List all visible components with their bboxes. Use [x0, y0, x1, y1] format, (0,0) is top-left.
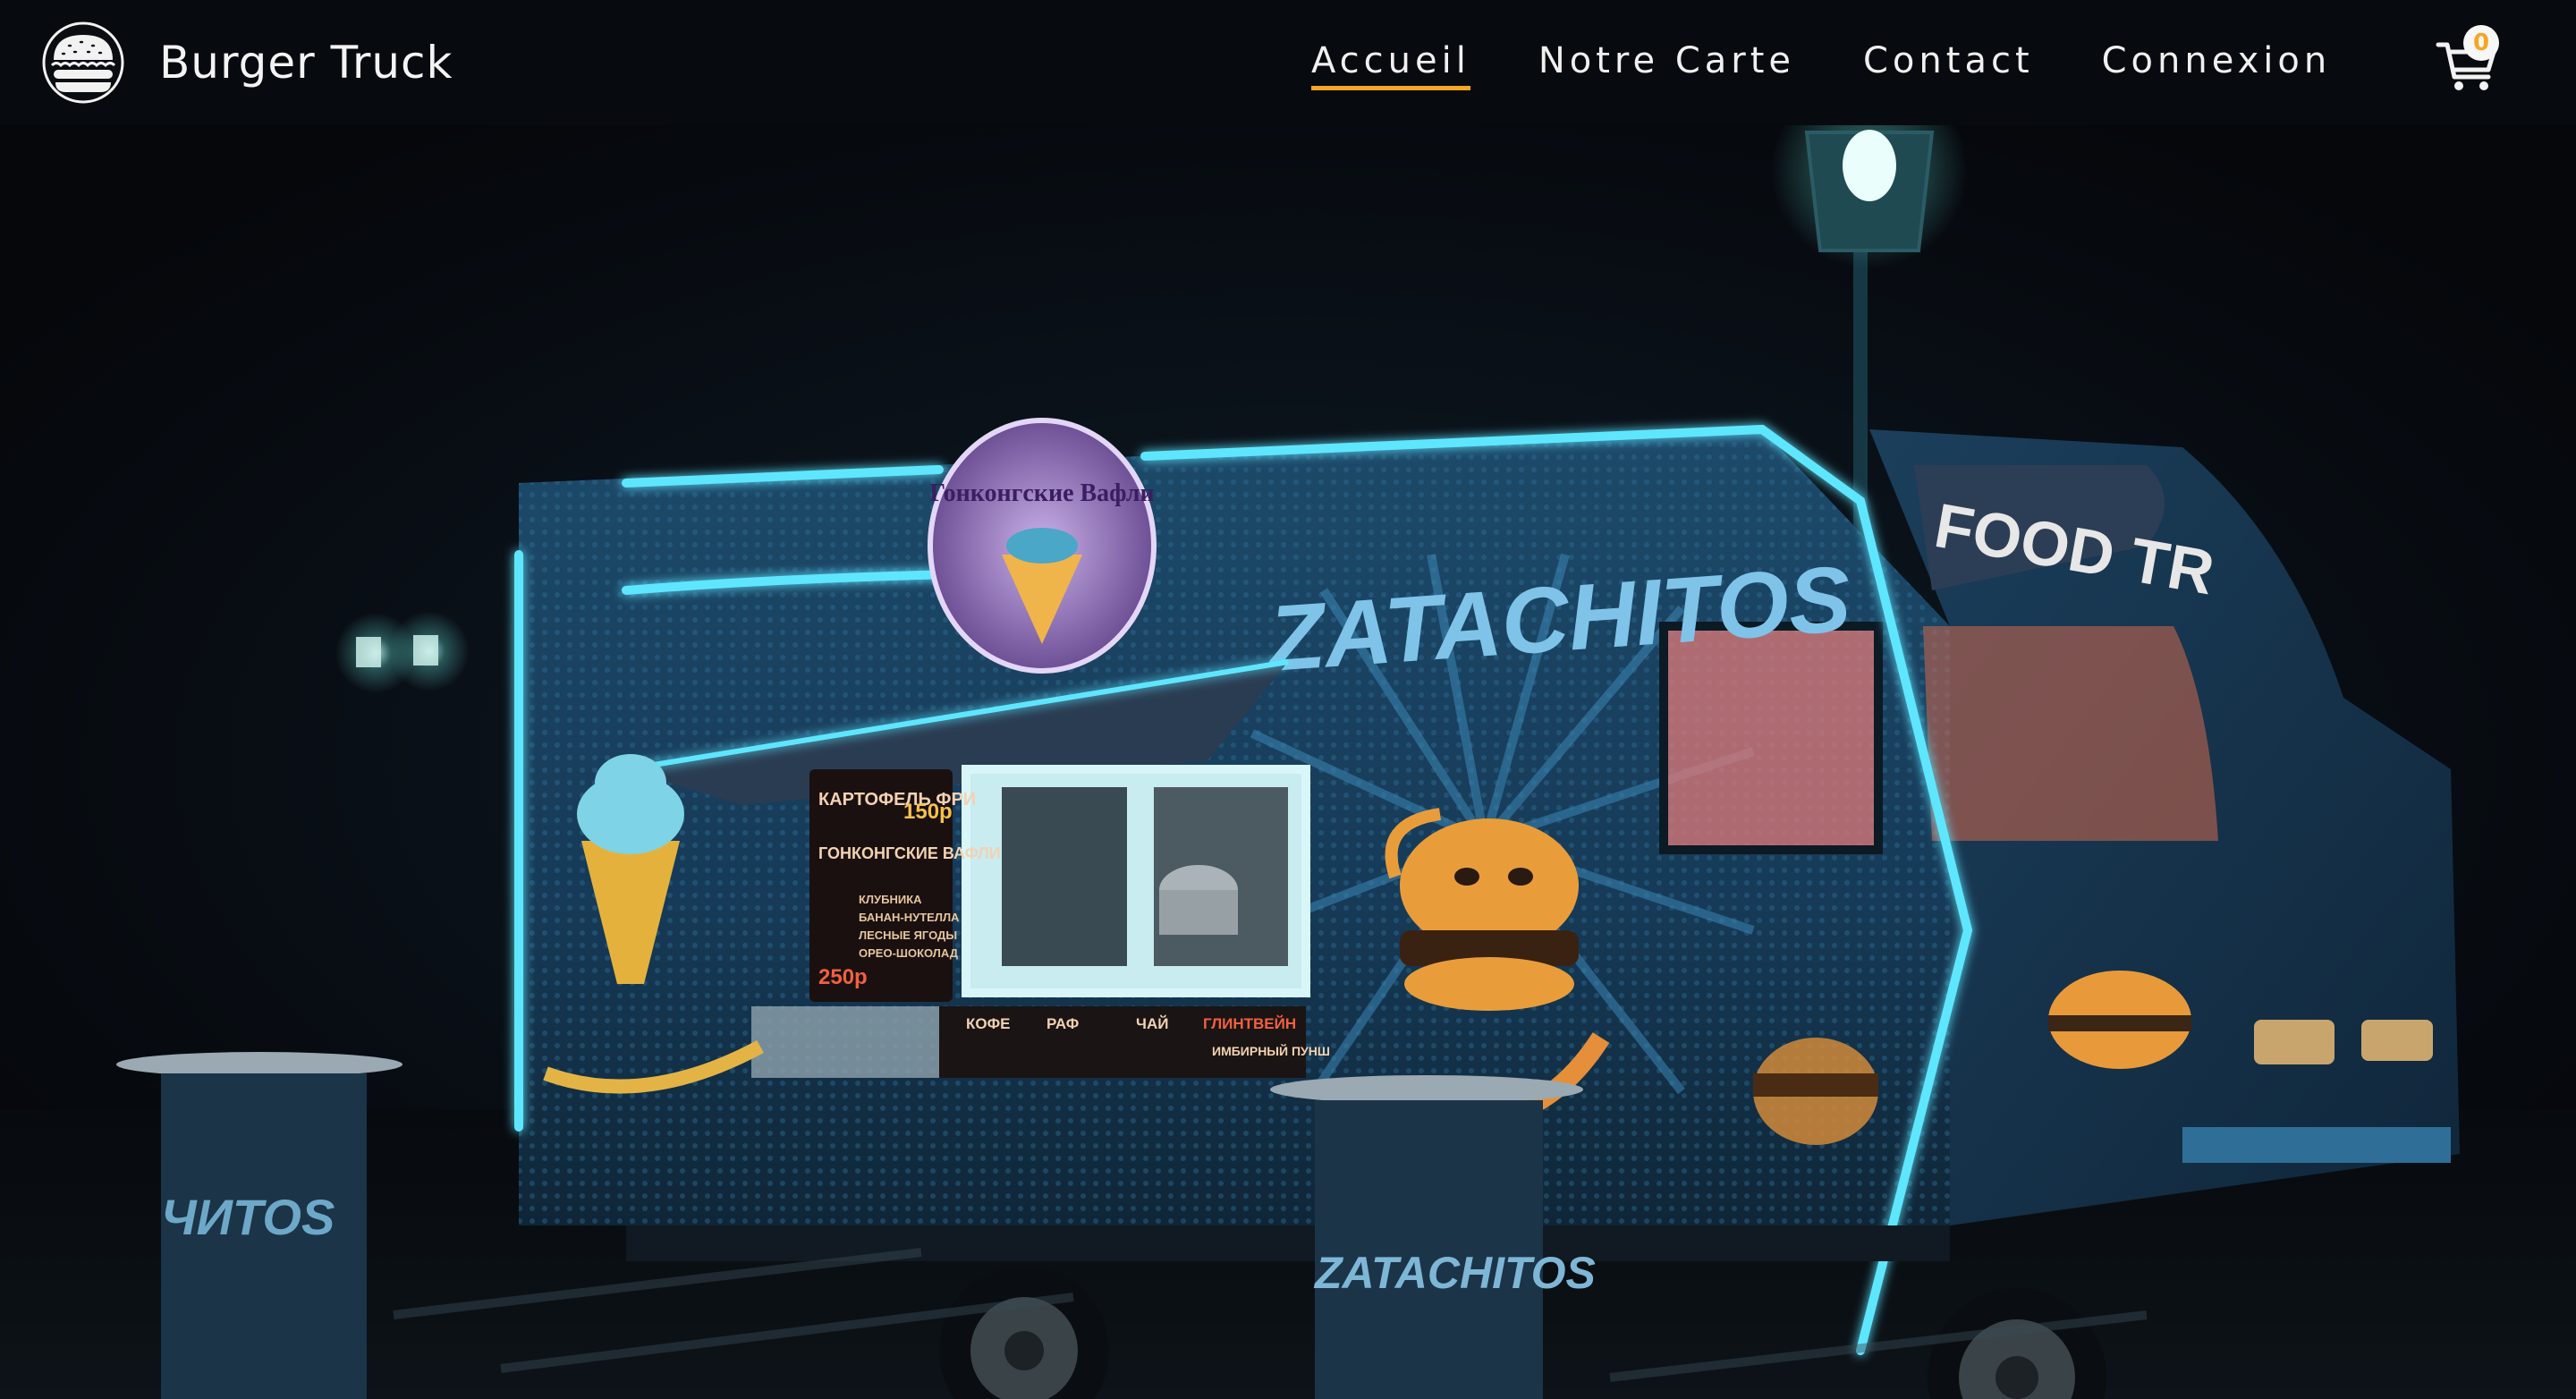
svg-text:ИМБИРНЫЙ ПУНШ: ИМБИРНЫЙ ПУНШ [1212, 1043, 1330, 1058]
nav-link-accueil[interactable]: Accueil [1311, 40, 1470, 90]
svg-text:ГОНКОНГСКИЕ ВАФЛИ: ГОНКОНГСКИЕ ВАФЛИ [818, 844, 1001, 862]
svg-text:РАФ: РАФ [1046, 1015, 1079, 1032]
svg-text:ZATACHITOS: ZATACHITOS [1313, 1248, 1596, 1298]
nav-link-notre-carte[interactable]: Notre Carte [1538, 40, 1795, 85]
nav-link-connexion[interactable]: Connexion [2102, 40, 2332, 85]
svg-text:ОРЕО-ШОКОЛАД: ОРЕО-ШОКОЛАД [859, 946, 959, 960]
hero-image: FOOD TR ZATACHITOS КАРТОФЕЛЬ ФРИ 150р ГО… [0, 125, 2576, 1399]
brand[interactable]: Burger Truck [41, 18, 453, 107]
sign-text: Гонконгские Вафли [929, 479, 1154, 507]
nav-link-contact[interactable]: Contact [1863, 40, 2034, 85]
food-truck-illustration: FOOD TR ZATACHITOS КАРТОФЕЛЬ ФРИ 150р ГО… [0, 125, 2576, 1399]
svg-text:ЧИТОS: ЧИТОS [161, 1189, 335, 1245]
svg-text:250р: 250р [818, 965, 868, 989]
burger-icon [42, 21, 124, 104]
svg-text:150р: 150р [903, 800, 953, 824]
svg-text:БАНАН-НУТЕЛЛА: БАНАН-НУТЕЛЛА [859, 911, 960, 924]
cart-button[interactable]: 0 [2433, 25, 2504, 98]
svg-text:КЛУБНИКА: КЛУБНИКА [859, 893, 922, 906]
svg-text:КОФЕ: КОФЕ [966, 1015, 1010, 1032]
brand-name: Burger Truck [159, 37, 453, 89]
svg-text:КАРТОФЕЛЬ ФРИ: КАРТОФЕЛЬ ФРИ [818, 790, 976, 810]
page: Burger Truck Accueil Notre Carte Contact… [0, 0, 2576, 1399]
svg-text:ЧАЙ: ЧАЙ [1136, 1015, 1168, 1032]
svg-text:ГЛИНТВЕЙН: ГЛИНТВЕЙН [1203, 1015, 1296, 1032]
main-nav: Accueil Notre Carte Contact Connexion [1311, 36, 2332, 90]
svg-text:ЛЕСНЫЕ ЯГОДЫ: ЛЕСНЫЕ ЯГОДЫ [859, 928, 957, 942]
cart-count-badge: 0 [2463, 25, 2499, 61]
navbar: Burger Truck Accueil Notre Carte Contact… [0, 0, 2576, 125]
